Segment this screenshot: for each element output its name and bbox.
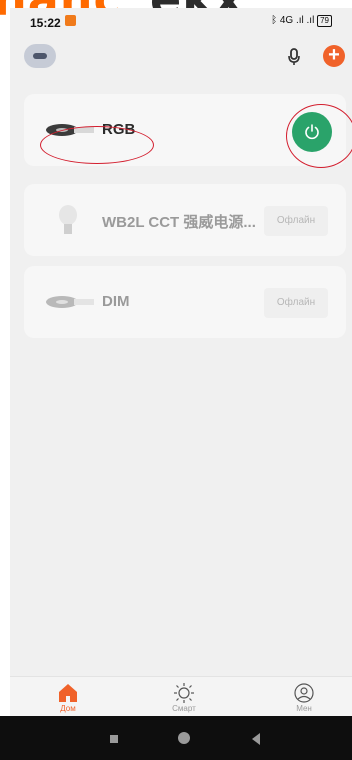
led-strip-icon: [46, 296, 94, 308]
profile-icon: [294, 683, 314, 703]
device-card-wb2l[interactable]: WB2L CCT 强威电源... Офлайн: [24, 184, 346, 256]
back-button[interactable]: [252, 733, 260, 745]
tab-label: Дом: [60, 704, 76, 713]
signal-indicators: ᛒ 4G .ıl .ıl: [271, 15, 315, 26]
device-name: RGB: [102, 121, 136, 138]
status-bar: 15:22 ᛒ 4G .ıl .ıl 79: [10, 8, 352, 36]
home-icon: [59, 684, 77, 702]
top-bar: +: [10, 38, 352, 78]
recents-button[interactable]: [110, 735, 118, 743]
avatar[interactable]: [24, 44, 56, 68]
offline-badge: Офлайн: [264, 206, 328, 236]
light-bulb-icon: [59, 205, 77, 234]
tab-me[interactable]: Мен: [264, 677, 344, 716]
tab-home[interactable]: Дом: [28, 677, 108, 716]
avatar-face-icon: [33, 53, 47, 59]
notification-icon: [65, 15, 76, 26]
led-strip-icon: [46, 124, 94, 136]
battery-level: 79: [320, 16, 329, 25]
tab-label: Смарт: [172, 704, 196, 713]
tab-smart[interactable]: Смарт: [144, 677, 224, 716]
offline-badge: Офлайн: [264, 288, 328, 318]
device-card-dim[interactable]: DIM Офлайн: [24, 266, 346, 338]
microphone-icon[interactable]: [288, 48, 300, 66]
device-name: WB2L CCT 强威电源...: [102, 214, 256, 231]
bottom-tab-bar: Дом Смарт Мен: [10, 676, 352, 716]
home-nav-button[interactable]: [178, 732, 190, 744]
status-time: 15:22: [30, 16, 61, 30]
phone-screen: 15:22 ᛒ 4G .ıl .ıl 79 + RGB WB2L CCT 强威电…: [10, 8, 352, 716]
power-button[interactable]: [292, 112, 332, 152]
status-indicators: ᛒ 4G .ıl .ıl 79: [271, 15, 332, 27]
device-name: DIM: [102, 293, 130, 310]
sun-icon: [174, 683, 194, 703]
add-device-button[interactable]: +: [323, 45, 345, 67]
tab-label: Мен: [296, 704, 312, 713]
battery-icon: 79: [317, 15, 332, 27]
power-icon: [305, 124, 319, 140]
system-nav-bar: [0, 716, 352, 760]
